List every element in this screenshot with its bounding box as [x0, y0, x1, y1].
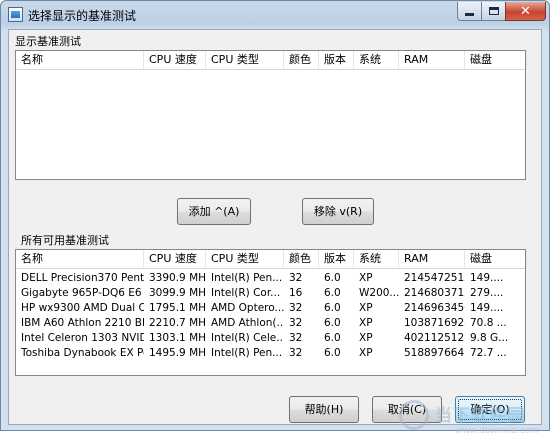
cell-cpu-speed: 3390.9 MHz — [149, 272, 206, 284]
cell-disk: 149.... — [470, 302, 504, 314]
cell-cpu-speed: 1303.1 MHz — [149, 332, 206, 344]
cell-cpu-speed: 3099.9 MHz — [149, 287, 206, 299]
column-header-ram[interactable]: RAM — [399, 250, 465, 269]
maximize-button[interactable] — [481, 2, 506, 21]
cell-disk: 70.8 ... — [470, 317, 507, 329]
column-header-name[interactable]: 名称 — [16, 51, 144, 70]
add-button[interactable]: 添加 ^(A) — [177, 198, 251, 225]
column-header-color[interactable]: 颜色 — [284, 51, 319, 70]
cell-color: 32 — [289, 272, 303, 284]
cell-system: XP — [359, 302, 373, 314]
cell-name: DELL Precision370 Pentium... — [21, 272, 144, 284]
cell-disk: 149.... — [470, 272, 504, 284]
table-row[interactable]: Toshiba Dynabook EX Penti... 1495.9 MHz In… — [16, 346, 525, 361]
cell-cpu-speed: 2210.7 MHz — [149, 317, 206, 329]
available-benchmarks-list[interactable]: 名称 CPU 速度 CPU 类型 颜色 版本 系统 RAM 磁盘 DELL Precision… — [15, 249, 527, 376]
cell-cpu-type: AMD Optero... — [211, 302, 284, 314]
column-header-cpu-type[interactable]: CPU 类型 — [206, 51, 284, 70]
cell-version: 6.0 — [324, 272, 341, 284]
table-row[interactable]: Gigabyte 965P-DQ6 E6 Du... 3099.9 MHz Inte… — [16, 286, 525, 301]
cell-cpu-type: AMD Athlon(... — [211, 317, 284, 329]
cell-color: 32 — [289, 347, 303, 359]
column-header-version[interactable]: 版本 — [319, 51, 354, 70]
cell-version: 6.0 — [324, 332, 341, 344]
cell-system: XP — [359, 272, 373, 284]
dialog-window: 选择显示的基准测试 ✕ 显示基准测试 名称 CPU 速度 CPU 类型 颜色 版本 系统 R… — [0, 0, 550, 436]
table-row[interactable]: IBM A60 Athlon 2210 BL3714 2210.7 MHz AMD … — [16, 316, 525, 331]
close-icon: ✕ — [520, 3, 531, 19]
help-button[interactable]: 帮助(H) — [289, 396, 359, 423]
close-button[interactable]: ✕ — [505, 2, 546, 21]
cell-color: 32 — [289, 332, 303, 344]
cell-disk: 279.... — [470, 287, 504, 299]
column-header-version[interactable]: 版本 — [319, 250, 354, 269]
cell-ram: 518897664 — [404, 347, 465, 359]
column-header-name[interactable]: 名称 — [16, 250, 144, 269]
cell-cpu-speed: 1495.9 MHz — [149, 347, 206, 359]
cell-version: 6.0 — [324, 287, 341, 299]
cell-name: Intel Celeron 1303 NVIDIA ... — [21, 332, 144, 344]
cell-disk: 72.7 ... — [470, 347, 507, 359]
cell-color: 32 — [289, 317, 303, 329]
cell-system: XP — [359, 332, 373, 344]
cell-cpu-speed: 1795.1 MHz — [149, 302, 206, 314]
cell-ram: 2146963456 — [404, 302, 465, 314]
cell-ram: 2145472512 — [404, 272, 465, 284]
column-header-cpu-speed[interactable]: CPU 速度 — [144, 250, 206, 269]
title-bar[interactable]: 选择显示的基准测试 ✕ — [1, 1, 549, 29]
maximize-icon — [488, 7, 499, 15]
column-header-disk[interactable]: 磁盘 — [465, 51, 527, 70]
cell-ram: 402112512 — [404, 332, 465, 344]
cell-system: W200... — [359, 287, 399, 299]
list-header: 名称 CPU 速度 CPU 类型 颜色 版本 系统 RAM 磁盘 — [16, 250, 527, 269]
table-row[interactable]: DELL Precision370 Pentium... 3390.9 MHz In… — [16, 271, 525, 286]
cell-name: Toshiba Dynabook EX Penti... — [21, 347, 144, 359]
minimize-button[interactable] — [457, 2, 482, 21]
cell-disk: 9.8 G... — [470, 332, 509, 344]
cell-system: XP — [359, 347, 373, 359]
cell-ram: 1038716928 — [404, 317, 465, 329]
cell-version: 6.0 — [324, 302, 341, 314]
list-header: 名称 CPU 速度 CPU 类型 颜色 版本 系统 RAM 磁盘 — [16, 51, 527, 70]
column-header-color[interactable]: 颜色 — [284, 250, 319, 269]
column-header-cpu-speed[interactable]: CPU 速度 — [144, 51, 206, 70]
cell-cpu-type: Intel(R) Cele... — [211, 332, 284, 344]
minimize-icon — [465, 12, 474, 16]
cancel-button[interactable]: 取消(C) — [372, 396, 442, 423]
cell-name: Gigabyte 965P-DQ6 E6 Du... — [21, 287, 144, 299]
cell-color: 16 — [289, 287, 303, 299]
table-row[interactable]: Intel Celeron 1303 NVIDIA ... 1303.1 MHz I… — [16, 331, 525, 346]
table-row[interactable]: HP wx9300 AMD Dual Opte... 1795.1 MHz AMD … — [16, 301, 525, 316]
cell-cpu-type: Intel(R) Pen... — [211, 272, 283, 284]
cell-system: XP — [359, 317, 373, 329]
cell-cpu-type: Intel(R) Cor... — [211, 287, 281, 299]
remove-button[interactable]: 移除 v(R) — [302, 198, 374, 225]
cell-version: 6.0 — [324, 347, 341, 359]
watermark-url: www.downxia.com — [455, 426, 539, 436]
window-title: 选择显示的基准测试 — [28, 9, 137, 23]
cell-name: HP wx9300 AMD Dual Opte... — [21, 302, 144, 314]
app-icon — [8, 7, 23, 22]
cell-ram: 2146803712 — [404, 287, 465, 299]
displayed-benchmarks-label: 显示基准测试 — [15, 35, 81, 48]
cell-color: 32 — [289, 302, 303, 314]
displayed-benchmarks-list[interactable]: 名称 CPU 速度 CPU 类型 颜色 版本 系统 RAM 磁盘 — [15, 50, 527, 180]
column-header-system[interactable]: 系统 — [354, 250, 399, 269]
dialog-client-area: 显示基准测试 名称 CPU 速度 CPU 类型 颜色 版本 系统 RAM 磁盘 添加 ^(A)… — [8, 29, 542, 436]
column-header-cpu-type[interactable]: CPU 类型 — [206, 250, 284, 269]
column-header-ram[interactable]: RAM — [399, 51, 465, 70]
column-header-disk[interactable]: 磁盘 — [465, 250, 527, 269]
available-benchmarks-label: 所有可用基准测试 — [21, 234, 109, 247]
column-header-system[interactable]: 系统 — [354, 51, 399, 70]
ok-button[interactable]: 确定(O) — [455, 396, 525, 423]
cell-version: 6.0 — [324, 317, 341, 329]
cell-name: IBM A60 Athlon 2210 BL3714 — [21, 317, 144, 329]
cell-cpu-type: Intel(R) Pen... — [211, 347, 283, 359]
list-rows: DELL Precision370 Pentium... 3390.9 MHz In… — [16, 271, 525, 361]
